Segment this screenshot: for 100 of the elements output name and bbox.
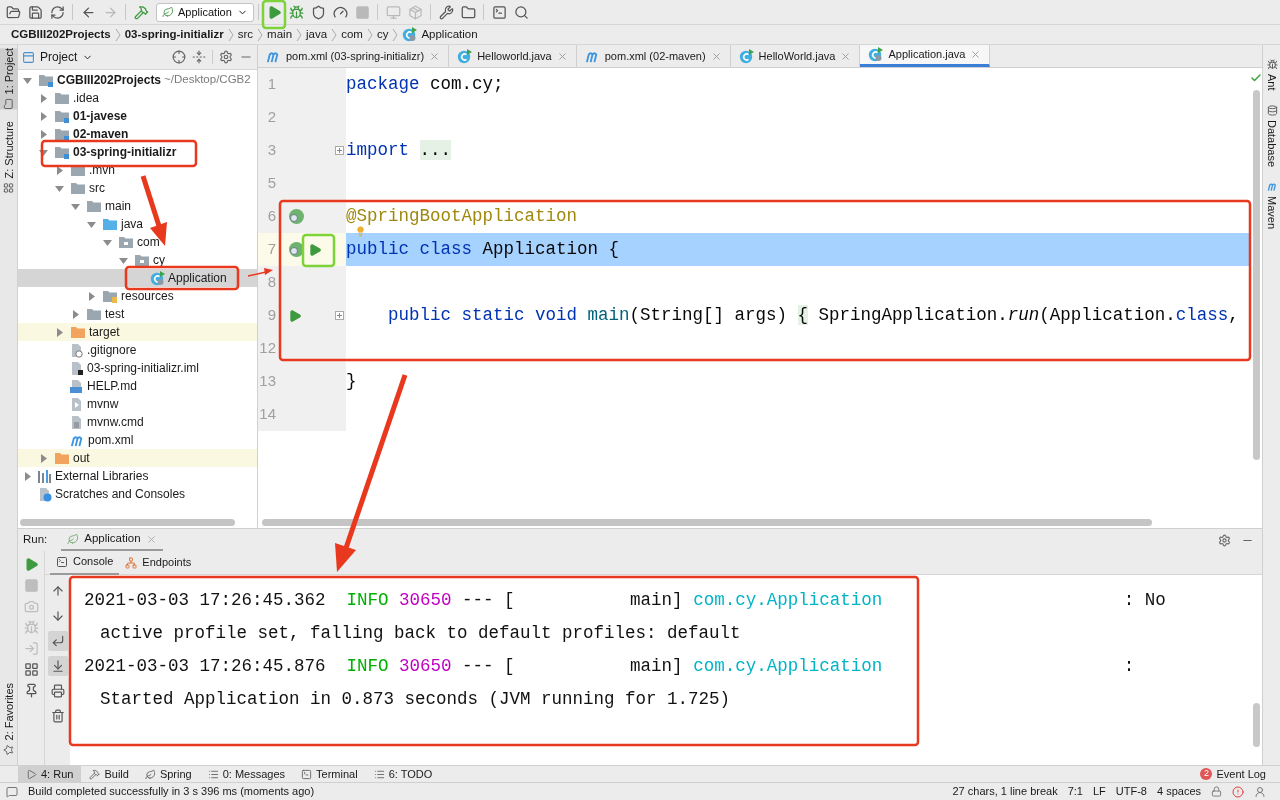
tree-item[interactable]: mvnw	[18, 395, 257, 413]
status-item[interactable]: 4 spaces	[1156, 783, 1201, 800]
breadcrumb-item[interactable]: main	[267, 25, 293, 44]
run-icon[interactable]	[23, 557, 39, 572]
scrollbar[interactable]	[20, 518, 235, 526]
run-icon[interactable]	[288, 308, 302, 323]
breadcrumb-item[interactable]: cy	[376, 25, 389, 44]
run-config-dropdown[interactable]: Application	[156, 2, 254, 22]
tree-item[interactable]: com	[18, 233, 257, 251]
scrollbar[interactable]	[1252, 703, 1260, 747]
hammer-icon[interactable]	[133, 4, 149, 20]
bug-icon[interactable]	[288, 4, 304, 20]
tree-item[interactable]: External Libraries	[18, 467, 257, 485]
search-icon[interactable]	[513, 4, 529, 20]
side-tab[interactable]: Ant	[1263, 59, 1280, 91]
collapse-icon[interactable]	[192, 50, 206, 64]
scrollbar[interactable]	[1252, 90, 1260, 460]
expand-arrow-icon[interactable]	[39, 93, 48, 103]
editor-tab[interactable]: pom.xml (03-spring-initializr)	[258, 45, 450, 67]
expand-arrow-icon[interactable]	[119, 255, 128, 265]
expand-arrow-icon[interactable]	[39, 129, 48, 139]
refresh-icon[interactable]	[49, 4, 65, 20]
expand-arrow-icon[interactable]	[55, 183, 64, 193]
fold-marker-icon[interactable]	[335, 146, 344, 155]
close-icon[interactable]	[710, 50, 722, 62]
tree-item[interactable]: 02-maven	[18, 125, 257, 143]
expand-arrow-icon[interactable]	[39, 453, 48, 463]
editor-tab[interactable]: Helloworld.java	[449, 45, 577, 67]
settings-icon[interactable]	[1218, 533, 1231, 547]
layout-icon[interactable]	[23, 662, 39, 677]
save-icon[interactable]	[27, 4, 43, 20]
editor-tab[interactable]: pom.xml (02-maven)	[576, 45, 731, 67]
breadcrumb-item[interactable]: java	[306, 25, 328, 44]
tree-item[interactable]: .idea	[18, 89, 257, 107]
expand-arrow-icon[interactable]	[87, 291, 96, 301]
tree-item[interactable]: test	[18, 305, 257, 323]
breadcrumb-item[interactable]: src	[237, 25, 254, 44]
expand-arrow-icon[interactable]	[23, 75, 32, 85]
alert-icon[interactable]	[1232, 785, 1244, 798]
side-tab[interactable]: 2: Favorites	[0, 682, 18, 755]
scrollbar[interactable]	[262, 518, 1152, 526]
bean-icon[interactable]	[288, 241, 305, 258]
tree-item[interactable]: .mvn	[18, 161, 257, 179]
tree-item[interactable]: mvnw.cmd	[18, 413, 257, 431]
status-item[interactable]: LF	[1092, 783, 1106, 800]
side-tab[interactable]: Maven	[1263, 180, 1280, 229]
tree-item[interactable]: 03-spring-initializr.iml	[18, 359, 257, 377]
close-icon[interactable]	[429, 50, 441, 62]
tool-window-tab[interactable]: 4: Run	[18, 765, 82, 783]
wrap-toggle[interactable]	[47, 631, 68, 651]
side-tab[interactable]: 1: Project	[0, 48, 18, 110]
close-icon[interactable]	[145, 533, 157, 545]
tree-item[interactable]: out	[18, 449, 257, 467]
gauge-icon[interactable]	[332, 4, 348, 20]
side-tab[interactable]: Database	[1263, 104, 1280, 167]
breadcrumb-item[interactable]: com	[341, 25, 363, 44]
settings-icon[interactable]	[219, 50, 233, 64]
tree-item[interactable]: pom.xml	[18, 431, 257, 449]
tool-window-tab[interactable]: Terminal	[293, 765, 366, 783]
expand-arrow-icon[interactable]	[71, 201, 80, 211]
close-icon[interactable]	[556, 50, 568, 62]
tree-item[interactable]: resources	[18, 287, 257, 305]
wrench-icon[interactable]	[438, 4, 454, 20]
folder-icon[interactable]	[460, 4, 476, 20]
tool-window-tab[interactable]: 6: TODO	[365, 765, 441, 783]
crosshair-icon[interactable]	[172, 50, 186, 64]
expand-arrow-icon[interactable]	[23, 471, 32, 481]
tree-item[interactable]: java	[18, 215, 257, 233]
status-item[interactable]: 27 chars, 1 line break	[952, 783, 1058, 800]
terminal-icon[interactable]	[491, 4, 507, 20]
expand-arrow-icon[interactable]	[103, 237, 112, 247]
fold-marker-icon[interactable]	[335, 311, 344, 320]
close-icon[interactable]	[970, 49, 982, 60]
tree-item[interactable]: HELP.md	[18, 377, 257, 395]
breadcrumb-item[interactable]: Application	[421, 25, 478, 44]
pin-icon[interactable]	[23, 683, 39, 698]
person-icon[interactable]	[1254, 785, 1266, 798]
tree-item[interactable]: main	[18, 197, 257, 215]
close-icon[interactable]	[840, 50, 852, 62]
bulb-icon[interactable]	[355, 226, 366, 237]
tree-item[interactable]: CGBIII202Projects ~/Desktop/CGB2	[18, 71, 257, 89]
tree-item[interactable]: .gitignore	[18, 341, 257, 359]
message-icon[interactable]	[6, 785, 18, 798]
tool-window-tab[interactable]: 0: Messages	[199, 765, 294, 783]
tree-item[interactable]: 03-spring-initializr	[18, 143, 257, 161]
folder-open-icon[interactable]	[5, 4, 21, 20]
editor-tab[interactable]: Application.java	[860, 45, 991, 67]
event-log-tab[interactable]: 2 Event Log	[1200, 765, 1266, 783]
expand-arrow-icon[interactable]	[71, 309, 80, 319]
shield-icon[interactable]	[310, 4, 326, 20]
side-tab[interactable]: Z: Structure	[0, 121, 18, 194]
breadcrumb-item[interactable]: 03-spring-initializr	[124, 25, 224, 44]
expand-arrow-icon[interactable]	[55, 327, 64, 337]
bean-icon[interactable]	[288, 208, 305, 225]
tree-item[interactable]: src	[18, 179, 257, 197]
expand-arrow-icon[interactable]	[39, 147, 48, 157]
console-tab[interactable]: Endpoints	[119, 550, 198, 575]
tool-window-tab[interactable]: Spring	[136, 765, 200, 783]
tree-item[interactable]: 01-javese	[18, 107, 257, 125]
expand-arrow-icon[interactable]	[39, 111, 48, 121]
